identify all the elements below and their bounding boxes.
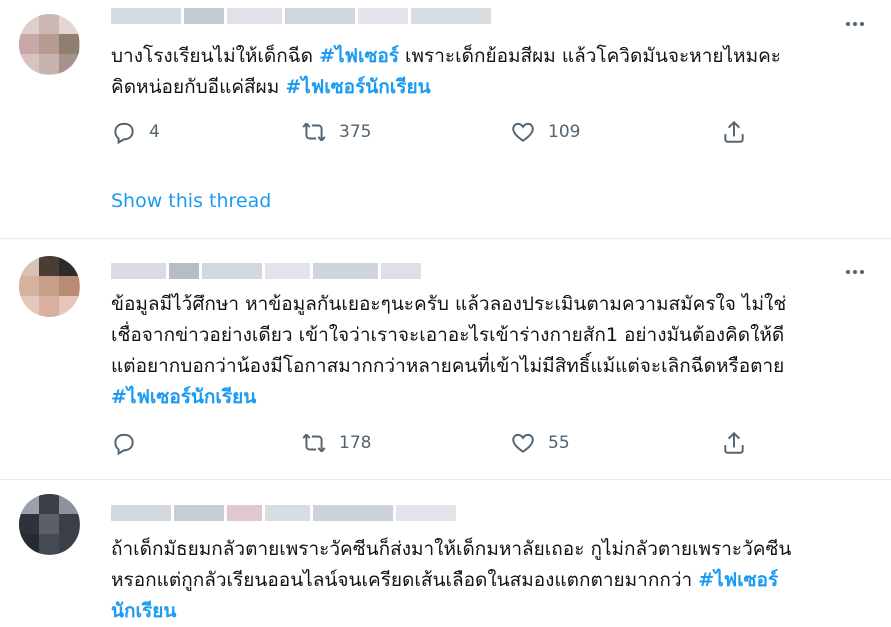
tweet-actions: 178 55 (0, 430, 891, 460)
share-button[interactable] (721, 430, 747, 456)
reply-count: 4 (149, 122, 160, 142)
author-name-redacted[interactable] (111, 263, 421, 279)
more-horizontal-icon (846, 270, 850, 274)
heart-icon (512, 433, 534, 453)
share-icon (724, 120, 744, 143)
avatar[interactable] (19, 494, 80, 555)
reply-icon (114, 122, 134, 145)
share-icon (724, 431, 744, 454)
hashtag-link[interactable]: #ไฟเซอร์ (319, 45, 399, 67)
author-name-redacted[interactable] (111, 8, 491, 24)
tweet-1[interactable]: บางโรงเรียนไม่ให้เด็กฉีด #ไฟเซอร์ เพราะเ… (0, 0, 891, 238)
author-name-redacted[interactable] (111, 505, 456, 521)
tweet-actions: 4 375 109 (0, 119, 891, 149)
show-thread-link[interactable]: Show this thread (111, 190, 271, 212)
more-horizontal-icon (846, 22, 850, 26)
retweet-icon (302, 122, 326, 142)
reply-button[interactable]: 4 (111, 119, 160, 145)
tweet-text: ถ้าเด็กมัธยมกลัวตายเพราะวัคซีนก็ส่งมาให้… (111, 538, 792, 622)
retweet-icon (302, 433, 326, 453)
retweet-count: 178 (339, 433, 372, 453)
like-count: 109 (548, 122, 581, 142)
retweet-button[interactable]: 375 (301, 119, 371, 145)
tweet-2[interactable]: ข้อมูลมีไว้ศึกษา หาข้อมูลกันเยอะๆนะครับ … (0, 239, 891, 479)
avatar[interactable] (19, 256, 80, 317)
more-options-button[interactable] (841, 14, 869, 34)
hashtag-link[interactable]: #ไฟเซอร์นักเรียน (111, 386, 256, 408)
heart-icon (512, 122, 534, 142)
reply-icon (114, 433, 134, 456)
more-options-button[interactable] (841, 262, 869, 282)
like-button[interactable]: 109 (510, 119, 580, 145)
like-button[interactable]: 55 (510, 430, 570, 456)
retweet-button[interactable]: 178 (301, 430, 371, 456)
hashtag-link[interactable]: #ไฟเซอร์นักเรียน (285, 76, 430, 98)
tweet-3[interactable]: ถ้าเด็กมัธยมกลัวตายเพราะวัคซีนก็ส่งมาให้… (0, 480, 891, 622)
retweet-count: 375 (339, 122, 372, 142)
tweet-text: ข้อมูลมีไว้ศึกษา หาข้อมูลกันเยอะๆนะครับ … (111, 293, 787, 408)
share-button[interactable] (721, 119, 747, 145)
avatar[interactable] (19, 14, 80, 75)
like-count: 55 (548, 433, 570, 453)
tweet-text: บางโรงเรียนไม่ให้เด็กฉีด #ไฟเซอร์ เพราะเ… (111, 45, 782, 98)
reply-button[interactable] (111, 430, 149, 456)
